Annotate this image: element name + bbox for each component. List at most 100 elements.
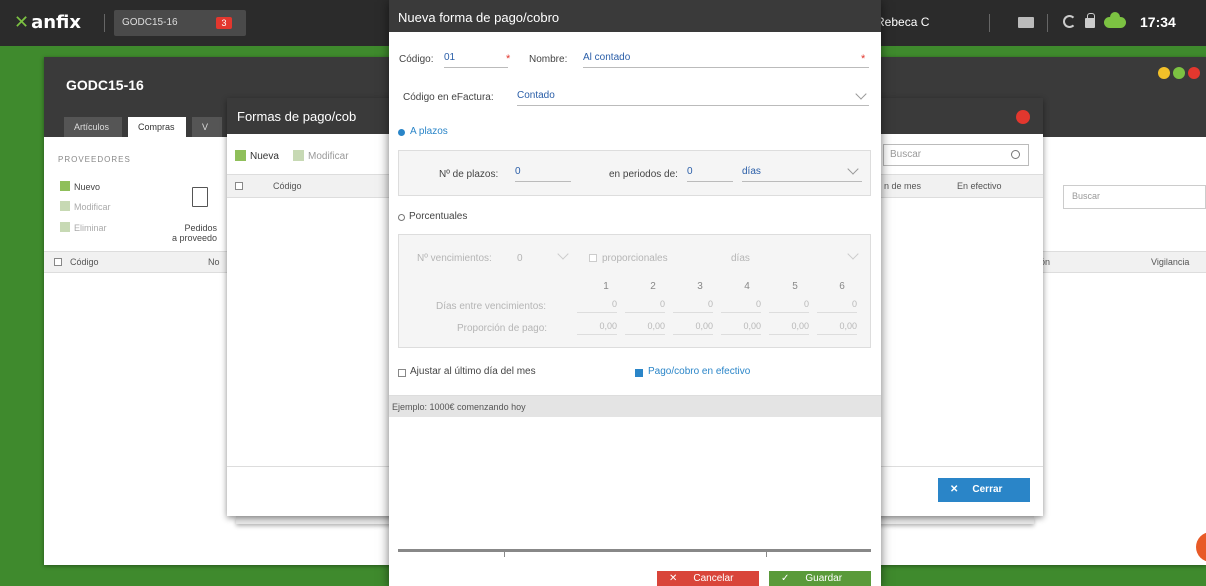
efectivo-label[interactable]: Pago/cobro en efectivo — [648, 366, 750, 377]
column-header-codigo[interactable]: Código — [273, 181, 302, 191]
proporcion-field-6[interactable]: 0,00 — [817, 321, 857, 335]
plazos-group: Nº de plazos: 0 en periodos de: 0 días — [398, 150, 871, 196]
porcentuales-label[interactable]: Porcentuales — [409, 211, 467, 222]
close-x-icon: ✕ — [669, 573, 678, 584]
company-tab-label: GODC15-16 — [122, 17, 178, 28]
dias-field-1[interactable]: 0 — [577, 299, 617, 313]
pedidos-button-label[interactable]: Pedidos a proveedo — [172, 223, 217, 243]
efactura-select[interactable]: Contado — [517, 90, 869, 106]
tab-articulos[interactable]: Artículos — [64, 117, 122, 137]
close-icon[interactable] — [1188, 67, 1200, 79]
close-icon[interactable] — [1016, 110, 1030, 124]
a-plazos-radio[interactable] — [398, 129, 405, 136]
save-button[interactable]: ✓ Guardar — [769, 571, 871, 586]
proporcion-field-5[interactable]: 0,00 — [769, 321, 809, 335]
proporcion-field-2[interactable]: 0,00 — [625, 321, 665, 335]
cloud-icon[interactable] — [1104, 12, 1126, 28]
nombre-field[interactable]: Al contado — [583, 52, 869, 68]
close-x-icon: ✕ — [950, 484, 959, 495]
periodo-unit-select[interactable]: días — [742, 166, 862, 182]
search-input[interactable]: Buscar — [1063, 185, 1206, 209]
column-header-fin-de-mes[interactable]: n de mes — [884, 181, 921, 191]
dias-field-4[interactable]: 0 — [721, 299, 761, 313]
n-vencimientos-label: Nº vencimientos: — [417, 253, 492, 264]
nombre-label: Nombre: — [529, 54, 568, 65]
example-text: Ejemplo: 1000€ comenzando hoy — [392, 402, 526, 412]
column-number: 6 — [839, 281, 845, 292]
codigo-field[interactable]: 01 — [444, 52, 508, 68]
column-number: 4 — [744, 281, 750, 292]
codigo-label: Código: — [399, 54, 434, 65]
efectivo-checkbox[interactable] — [635, 369, 643, 377]
label: Nuevo — [74, 182, 101, 192]
logo-x-icon: ✕ — [14, 12, 30, 33]
dias-field-5[interactable]: 0 — [769, 299, 809, 313]
modificar-button[interactable]: Modificar — [293, 150, 349, 162]
chevron-down-icon[interactable] — [557, 248, 569, 260]
periodos-field[interactable]: 0 — [687, 166, 733, 182]
label: Cancelar — [693, 573, 734, 584]
edit-icon — [293, 150, 304, 161]
minimize-icon[interactable] — [1158, 67, 1170, 79]
proporcion-field-1[interactable]: 0,00 — [577, 321, 617, 335]
notification-badge: 3 — [216, 17, 232, 29]
maximize-icon[interactable] — [1173, 67, 1185, 79]
label: Modificar — [74, 202, 111, 212]
select-all-checkbox[interactable] — [235, 182, 243, 190]
dias-field-3[interactable]: 0 — [673, 299, 713, 313]
porcentuales-group: Nº vencimientos: 0 proporcionales días 1… — [398, 234, 871, 348]
column-header-codigo[interactable]: Código — [70, 257, 99, 267]
column-header-en-efectivo[interactable]: En efectivo — [957, 181, 1002, 191]
divider — [104, 14, 105, 32]
tab-ventas[interactable]: V — [192, 117, 222, 137]
nuevo-proveedor-button[interactable]: Nuevo — [60, 181, 100, 192]
example-bar: Ejemplo: 1000€ comenzando hoy — [389, 395, 881, 417]
select-all-checkbox[interactable] — [54, 258, 62, 266]
proporcionales-checkbox[interactable] — [589, 254, 597, 262]
dialog-header: Nueva forma de pago/cobro — [389, 0, 881, 32]
company-tab[interactable]: GODC15-16 3 — [114, 10, 246, 36]
label: Modificar — [308, 151, 349, 162]
modificar-proveedor-button[interactable]: Modificar — [60, 201, 111, 212]
column-header-vigilancia[interactable]: Vigilancia — [1151, 257, 1189, 267]
n-vencimientos-select[interactable]: 0 — [517, 253, 523, 264]
lock-icon[interactable] — [1085, 13, 1095, 28]
column-number: 3 — [697, 281, 703, 292]
anfix-logo[interactable]: ✕ anfix — [14, 12, 81, 33]
ajustar-checkbox[interactable] — [398, 369, 406, 377]
divider — [504, 549, 505, 557]
cancel-button[interactable]: ✕ Cancelar — [657, 571, 759, 586]
label: Cerrar — [972, 484, 1003, 495]
n-plazos-label: Nº de plazos: — [439, 169, 499, 180]
chevron-down-icon[interactable] — [847, 248, 859, 260]
search-icon[interactable] — [1011, 150, 1020, 159]
eliminar-proveedor-button[interactable]: Eliminar — [60, 222, 107, 233]
user-name[interactable]: Rebeca C — [876, 15, 929, 29]
nueva-forma-pago-dialog: Nueva forma de pago/cobro Código: 01 * N… — [389, 0, 881, 586]
divider — [398, 549, 871, 552]
ajustar-label[interactable]: Ajustar al último día del mes — [410, 366, 536, 377]
edit-icon — [60, 201, 70, 211]
proporcion-field-4[interactable]: 0,00 — [721, 321, 761, 335]
a-plazos-label[interactable]: A plazos — [410, 126, 448, 137]
label: Nueva — [250, 151, 279, 162]
search-input[interactable]: Buscar — [883, 144, 1029, 166]
n-plazos-field[interactable]: 0 — [515, 166, 571, 182]
sync-icon[interactable] — [1063, 15, 1076, 28]
proporcion-field-3[interactable]: 0,00 — [673, 321, 713, 335]
porc-unit-select[interactable]: días — [731, 253, 750, 264]
dias-field-2[interactable]: 0 — [625, 299, 665, 313]
mail-icon[interactable] — [1018, 17, 1034, 28]
required-icon: * — [506, 53, 511, 65]
porcentuales-radio[interactable] — [398, 214, 405, 221]
tab-compras[interactable]: Compras — [128, 117, 186, 137]
clock: 17:34 — [1140, 14, 1176, 30]
periodos-label: en periodos de: — [609, 169, 678, 180]
column-header-nombre[interactable]: No — [208, 257, 220, 267]
new-icon — [60, 181, 70, 191]
nueva-button[interactable]: Nueva — [235, 150, 279, 162]
window-controls — [1155, 67, 1200, 82]
document-icon[interactable] — [192, 187, 208, 207]
cerrar-button[interactable]: ✕ Cerrar — [938, 478, 1030, 502]
dias-field-6[interactable]: 0 — [817, 299, 857, 313]
